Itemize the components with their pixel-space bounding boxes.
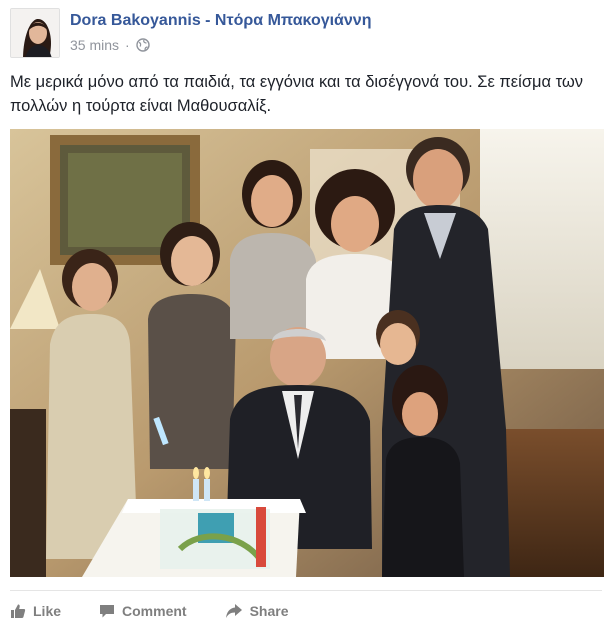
author-name-link[interactable]: Dora Bakoyannis - Ντόρα Μπακογιάννη bbox=[70, 12, 371, 30]
author-avatar[interactable] bbox=[10, 8, 60, 58]
like-button[interactable]: Like bbox=[10, 603, 61, 619]
post-meta: 35 mins · bbox=[70, 37, 150, 53]
family-photo-image bbox=[10, 129, 604, 577]
comment-label: Comment bbox=[122, 603, 187, 619]
meta-separator: · bbox=[125, 37, 130, 53]
post-text: Με μερικά μόνο από τα παιδιά, τα εγγόνια… bbox=[10, 73, 584, 115]
globe-icon[interactable] bbox=[136, 38, 150, 52]
post-actions-bar: Like Comment Share bbox=[10, 596, 327, 626]
share-button[interactable]: Share bbox=[225, 603, 289, 619]
comment-button[interactable]: Comment bbox=[99, 603, 187, 619]
facebook-post-card: Dora Bakoyannis - Ντόρα Μπακογιάννη 35 m… bbox=[0, 0, 612, 626]
post-timestamp[interactable]: 35 mins bbox=[70, 37, 119, 53]
like-label: Like bbox=[33, 603, 62, 619]
share-icon bbox=[225, 604, 242, 618]
share-label: Share bbox=[249, 603, 289, 619]
post-header: Dora Bakoyannis - Ντόρα Μπακογιάννη 35 m… bbox=[10, 8, 600, 60]
actions-divider bbox=[10, 590, 602, 591]
avatar-portrait bbox=[11, 9, 59, 57]
comment-icon bbox=[100, 605, 115, 618]
post-photo[interactable] bbox=[10, 129, 604, 577]
thumbs-up-icon bbox=[11, 604, 26, 618]
